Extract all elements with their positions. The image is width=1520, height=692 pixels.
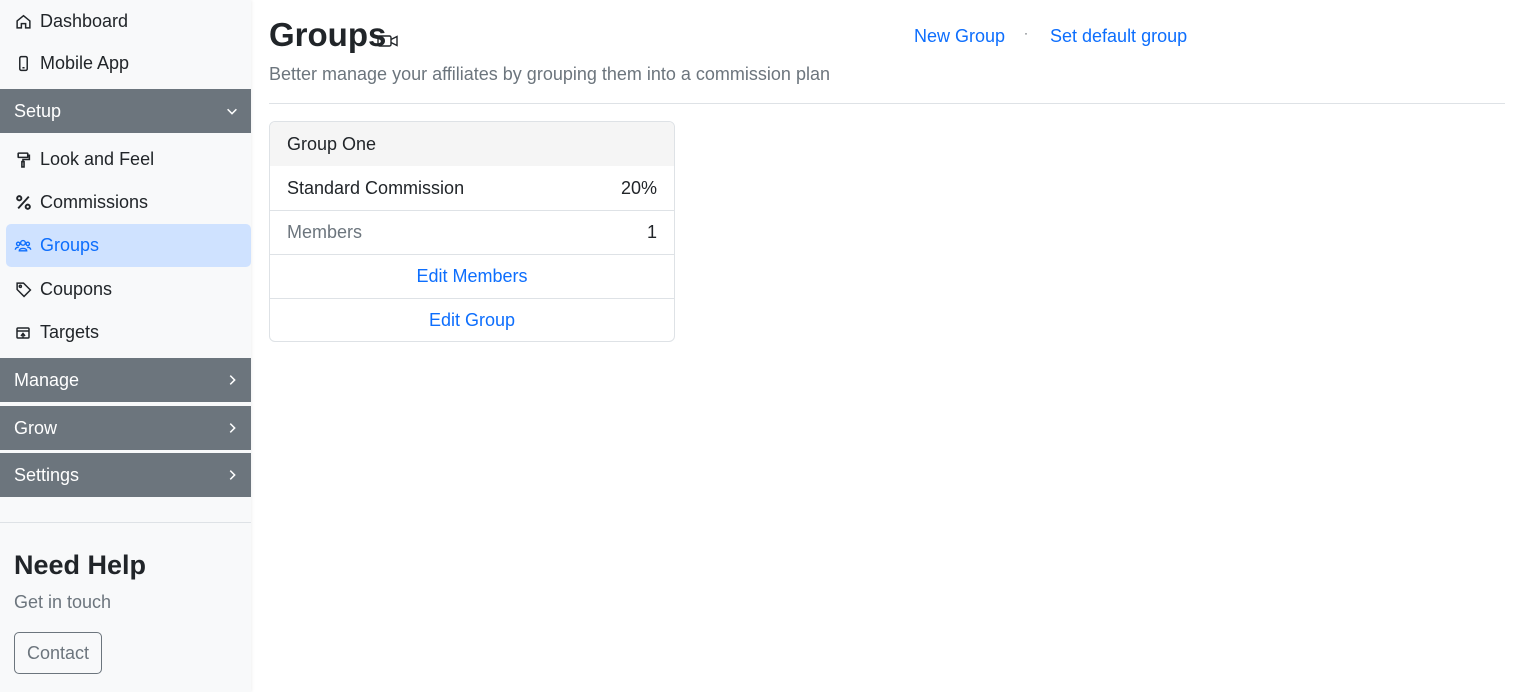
sidebar: Dashboard Mobile App Setup Look and Feel…	[0, 0, 251, 692]
help-subtitle: Get in touch	[14, 592, 112, 612]
section-label: Grow	[14, 417, 58, 438]
edit-members-button[interactable]: Edit Members	[270, 254, 674, 298]
sidebar-item-mobile-app[interactable]: Mobile App	[6, 42, 251, 85]
set-default-group-link[interactable]: Set default group	[1050, 26, 1187, 47]
contact-button[interactable]: Contact	[14, 632, 102, 674]
commission-row: Standard Commission 20%	[270, 166, 674, 210]
tag-icon	[14, 281, 32, 299]
sidebar-item-label: Targets	[40, 322, 100, 342]
sidebar-item-look-and-feel[interactable]: Look and Feel	[6, 138, 251, 181]
help-title: Need Help	[14, 550, 147, 580]
commission-label: Standard Commission	[287, 177, 465, 198]
sidebar-item-label: Look and Feel	[40, 149, 155, 169]
group-name: Group One	[270, 122, 674, 166]
header-divider	[269, 103, 1505, 104]
sidebar-item-label: Commissions	[40, 192, 149, 212]
sidebar-item-dashboard[interactable]: Dashboard	[6, 0, 251, 43]
sidebar-item-label: Mobile App	[40, 53, 130, 73]
new-group-link[interactable]: New Group	[914, 26, 1005, 47]
page-subtitle: Better manage your affiliates by groupin…	[269, 64, 830, 84]
sidebar-item-label: Coupons	[40, 279, 113, 299]
chevron-right-icon	[225, 373, 239, 387]
target-icon	[14, 324, 32, 342]
paint-roller-icon	[14, 151, 32, 169]
people-icon	[14, 237, 32, 255]
percent-icon	[14, 194, 32, 212]
section-label: Manage	[14, 369, 80, 390]
members-label: Members	[287, 222, 363, 242]
sidebar-section-setup[interactable]: Setup	[0, 89, 251, 133]
page-title: Groups	[269, 16, 387, 53]
link-separator: ·	[1024, 26, 1028, 40]
section-label: Settings	[14, 464, 80, 485]
sidebar-section-grow[interactable]: Grow	[0, 406, 251, 450]
section-label: Setup	[14, 100, 62, 121]
sidebar-item-label: Dashboard	[40, 11, 129, 31]
edit-group-button[interactable]: Edit Group	[270, 298, 674, 341]
sidebar-item-commissions[interactable]: Commissions	[6, 181, 251, 224]
sidebar-item-targets[interactable]: Targets	[6, 311, 251, 354]
chevron-down-icon	[225, 104, 239, 118]
mobile-icon	[14, 55, 32, 73]
video-camera-icon[interactable]	[377, 33, 399, 49]
group-card: Group One Standard Commission 20% Member…	[269, 121, 675, 342]
sidebar-item-groups[interactable]: Groups	[6, 224, 251, 267]
members-value: 1	[646, 222, 657, 242]
home-icon	[14, 13, 32, 31]
sidebar-item-coupons[interactable]: Coupons	[6, 268, 251, 311]
members-row: Members 1	[270, 210, 674, 254]
sidebar-section-manage[interactable]: Manage	[0, 358, 251, 402]
sidebar-section-settings[interactable]: Settings	[0, 453, 251, 497]
sidebar-item-label: Groups	[40, 235, 100, 255]
chevron-right-icon	[225, 421, 239, 435]
sidebar-divider	[0, 522, 251, 523]
commission-value: 20%	[620, 177, 657, 198]
chevron-right-icon	[225, 468, 239, 482]
